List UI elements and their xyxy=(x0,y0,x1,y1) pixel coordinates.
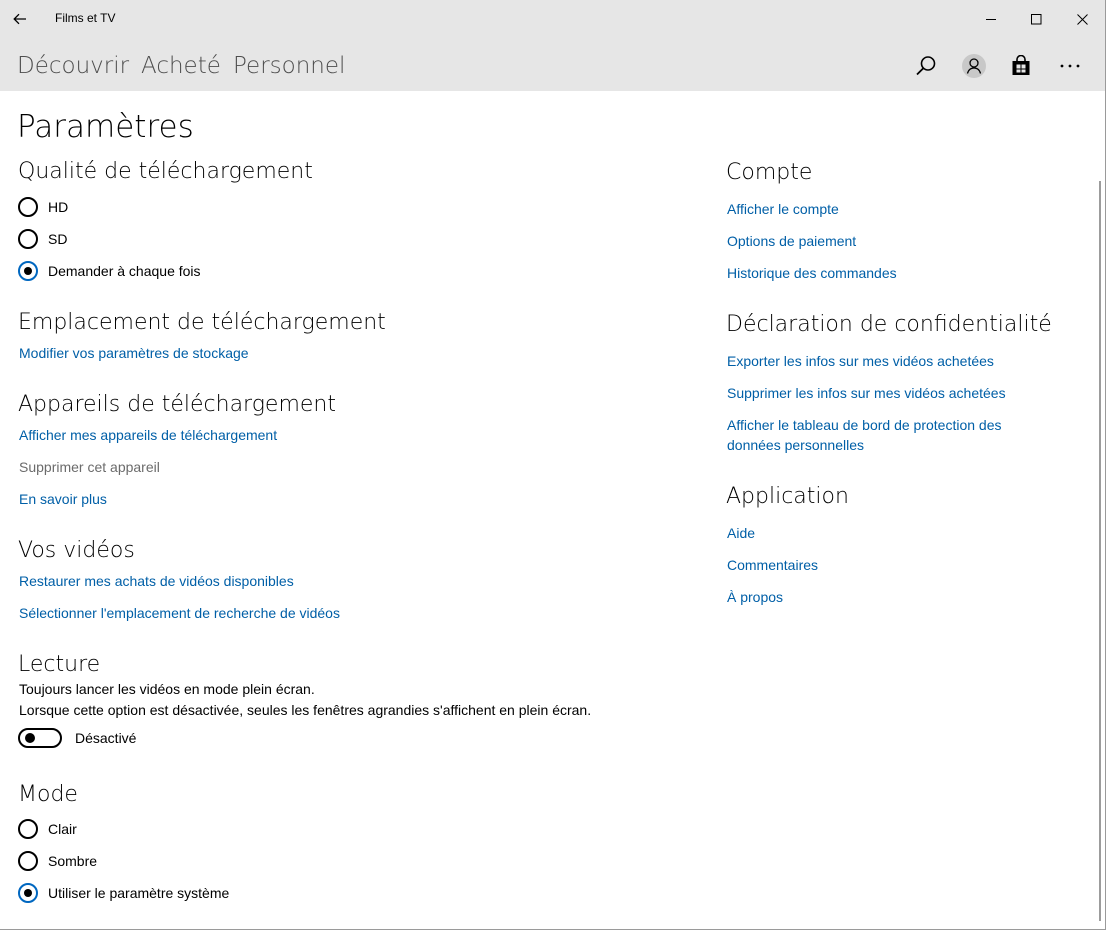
quality-option-ask[interactable]: Demander à chaque fois xyxy=(18,260,201,282)
playback-heading: Lecture xyxy=(18,652,101,677)
close-button[interactable] xyxy=(1059,0,1105,38)
help-link[interactable]: Aide xyxy=(727,525,755,541)
radio-label: Clair xyxy=(48,821,77,837)
app-window: Films et TV Découvrir Acheté Personnel P… xyxy=(0,0,1106,930)
show-devices-link[interactable]: Afficher mes appareils de téléchargement xyxy=(19,427,277,443)
about-link[interactable]: À propos xyxy=(727,589,783,605)
page-title: Paramètres xyxy=(17,109,194,145)
minimize-button[interactable] xyxy=(968,0,1014,38)
quality-heading: Qualité de téléchargement xyxy=(18,159,313,184)
location-heading: Emplacement de téléchargement xyxy=(18,310,386,335)
close-icon xyxy=(1076,13,1088,25)
learn-more-link[interactable]: En savoir plus xyxy=(19,491,107,507)
vertical-scrollbar[interactable] xyxy=(1099,181,1101,921)
restore-purchases-link[interactable]: Restaurer mes achats de vidéos disponibl… xyxy=(19,573,294,589)
privacy-dashboard-link-line2: données personnelles xyxy=(727,437,864,453)
select-search-location-link[interactable]: Sélectionner l'emplacement de recherche … xyxy=(19,605,340,621)
more-icon xyxy=(1060,64,1080,68)
mode-option-dark[interactable]: Sombre xyxy=(18,850,97,872)
radio-label: SD xyxy=(48,231,68,247)
quality-option-sd[interactable]: SD xyxy=(18,228,67,250)
fullscreen-toggle[interactable] xyxy=(18,728,62,748)
payment-options-link[interactable]: Options de paiement xyxy=(727,233,856,249)
privacy-dashboard-link-line1: Afficher le tableau de bord de protectio… xyxy=(727,417,1002,433)
nav-bar: Découvrir Acheté Personnel xyxy=(0,38,1105,91)
mode-option-light[interactable]: Clair xyxy=(18,818,77,840)
feedback-link[interactable]: Commentaires xyxy=(727,557,818,573)
radio-button[interactable] xyxy=(18,851,38,871)
privacy-dashboard-link[interactable]: Afficher le tableau de bord de protectio… xyxy=(727,417,1001,453)
playback-description-2: Lorsque cette option est désactivée, seu… xyxy=(19,702,592,718)
fullscreen-toggle-row[interactable]: Désactivé xyxy=(18,728,136,748)
app-title: Films et TV xyxy=(55,11,116,25)
radio-button[interactable] xyxy=(18,197,38,217)
radio-button-selected[interactable] xyxy=(18,261,38,281)
quality-option-hd[interactable]: HD xyxy=(18,196,68,218)
account-button[interactable] xyxy=(954,46,994,86)
shopping-bag-icon xyxy=(1012,55,1030,75)
radio-button[interactable] xyxy=(18,819,38,839)
search-icon xyxy=(916,56,936,76)
minimize-icon xyxy=(985,18,996,20)
radio-label: Demander à chaque fois xyxy=(48,263,201,279)
view-account-link[interactable]: Afficher le compte xyxy=(727,201,839,217)
export-info-link[interactable]: Exporter les infos sur mes vidéos acheté… xyxy=(727,353,994,369)
radio-button[interactable] xyxy=(18,229,38,249)
remove-device-link-disabled: Supprimer cet appareil xyxy=(19,459,160,475)
arrow-left-icon xyxy=(13,13,26,25)
settings-page: Paramètres Qualité de téléchargement HD … xyxy=(0,91,1105,929)
tab-personnel[interactable]: Personnel xyxy=(233,53,345,79)
more-button[interactable] xyxy=(1050,46,1090,86)
application-heading: Application xyxy=(726,484,849,509)
radio-label: HD xyxy=(48,199,69,215)
storage-settings-link[interactable]: Modifier vos paramètres de stockage xyxy=(19,345,249,361)
order-history-link[interactable]: Historique des commandes xyxy=(727,265,897,281)
tab-decouvrir[interactable]: Découvrir xyxy=(17,53,129,79)
search-button[interactable] xyxy=(906,46,946,86)
privacy-heading: Déclaration de confidentialité xyxy=(726,312,1052,337)
radio-button-selected[interactable] xyxy=(18,883,38,903)
mode-heading: Mode xyxy=(18,782,78,807)
devices-heading: Appareils de téléchargement xyxy=(18,392,336,417)
delete-info-link[interactable]: Supprimer les infos sur mes vidéos achet… xyxy=(727,385,1006,401)
mode-option-system[interactable]: Utiliser le paramètre système xyxy=(18,882,229,904)
playback-description-1: Toujours lancer les vidéos en mode plein… xyxy=(19,681,315,697)
back-button[interactable] xyxy=(0,0,40,38)
radio-label: Utiliser le paramètre système xyxy=(48,885,230,901)
avatar-icon xyxy=(962,54,986,78)
toggle-state-label: Désactivé xyxy=(75,730,137,746)
tab-achete[interactable]: Acheté xyxy=(141,53,221,79)
maximize-icon xyxy=(1030,13,1041,24)
maximize-button[interactable] xyxy=(1013,0,1059,38)
radio-label: Sombre xyxy=(48,853,98,869)
account-heading: Compte xyxy=(726,160,813,185)
store-button[interactable] xyxy=(1001,46,1041,86)
title-bar: Films et TV xyxy=(0,0,1105,38)
videos-heading: Vos vidéos xyxy=(18,538,135,563)
